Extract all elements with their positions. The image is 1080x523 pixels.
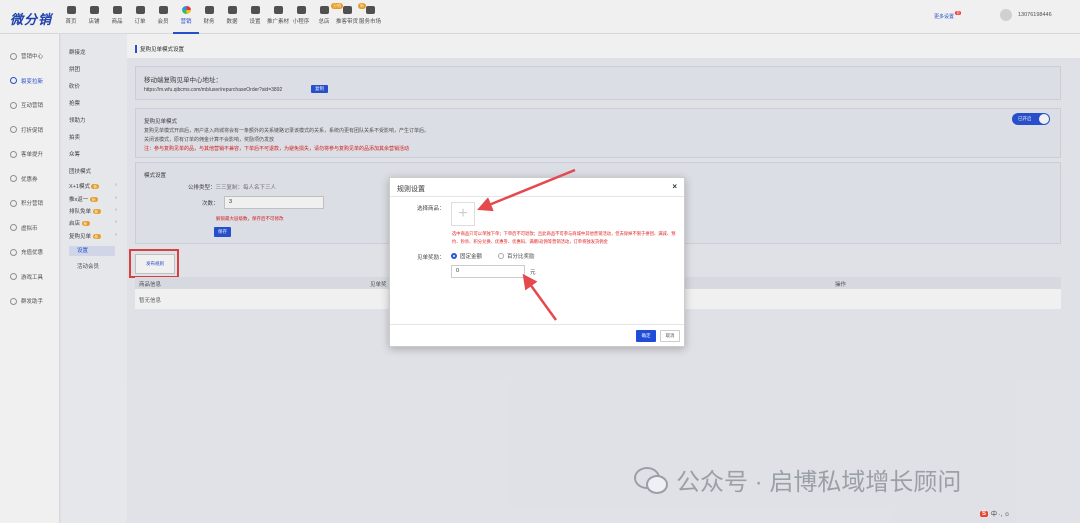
select-product-label: 选择商品： — [417, 206, 445, 212]
close-icon[interactable]: × — [672, 182, 677, 191]
dialog-title: 规则设置 — [397, 186, 425, 193]
sogou-icon: S — [980, 510, 989, 517]
confirm-button[interactable]: 确定 — [636, 330, 656, 342]
watermark: 公众号 · 启博私域增长顾问 — [632, 462, 961, 497]
ime-toolbar[interactable]: S 中 ·, ☺ — [980, 509, 1010, 518]
cancel-button[interactable]: 取消 — [660, 330, 680, 342]
product-warning: 选中商品只可以单独下单；下单后不可退款；且此商品不可参与商城中其他营销活动，但去… — [452, 231, 676, 244]
radio-dot — [451, 253, 457, 259]
wechat-icon — [632, 465, 668, 495]
divider — [390, 324, 684, 325]
unit-label: 元 — [530, 270, 536, 276]
radio-percentage[interactable]: 百分比奖励 — [498, 252, 535, 260]
radio-dot — [498, 253, 504, 259]
add-product-button[interactable]: + — [451, 202, 475, 226]
amount-input[interactable]: 0 — [451, 265, 525, 278]
reward-label: 见单奖励： — [417, 255, 445, 261]
radio-fixed-amount[interactable]: 固定金额 — [451, 252, 482, 260]
divider — [390, 196, 684, 197]
rule-settings-dialog: 规则设置 × 选择商品： + 选中商品只可以单独下单；下单后不可退款；且此商品不… — [389, 177, 685, 347]
